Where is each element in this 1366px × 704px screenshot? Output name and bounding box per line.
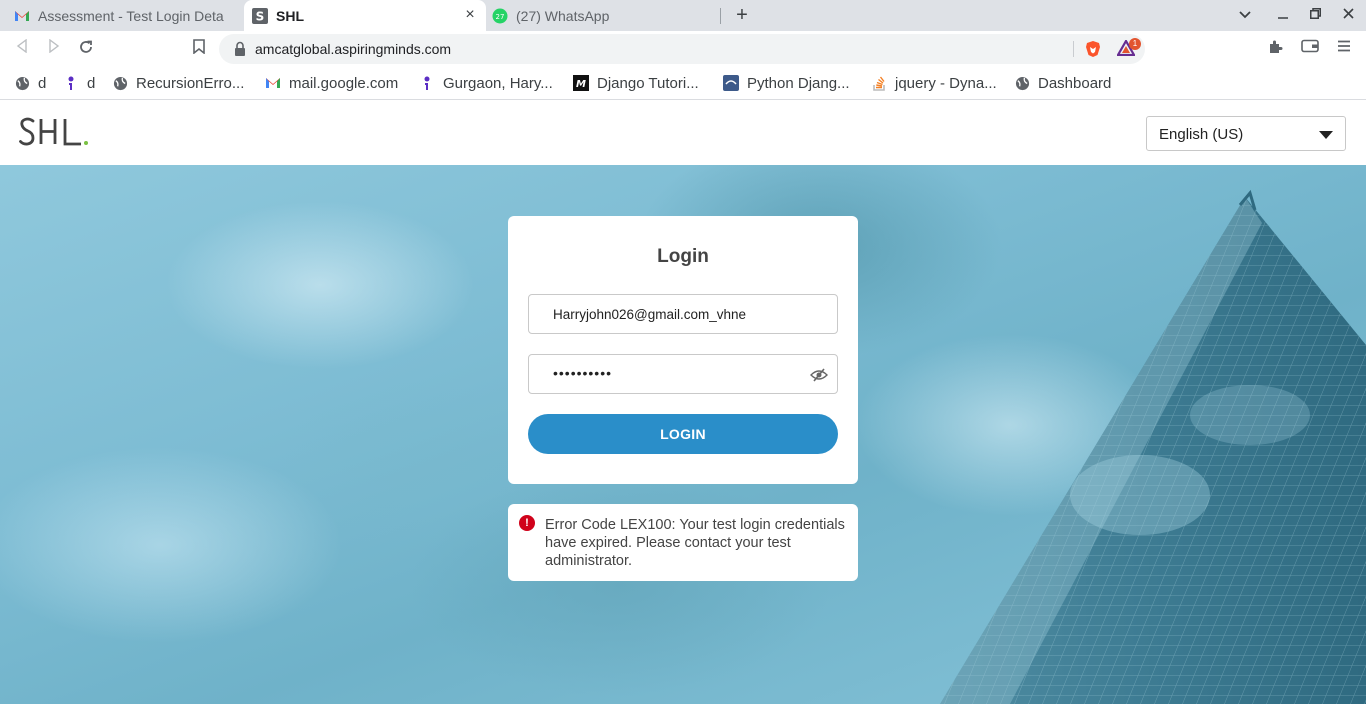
tab-title: SHL (276, 7, 304, 24)
bookmark-item[interactable]: Dashboard (1014, 73, 1111, 93)
email-value: Harryjohn026@gmail.com_vhne (553, 307, 747, 322)
svg-text:27: 27 (496, 13, 505, 21)
lock-icon (235, 41, 245, 56)
browser-toolbar: amcatglobal.aspiringminds.com 1 (0, 31, 1366, 67)
extensions-icon[interactable] (1266, 39, 1286, 59)
address-bar[interactable]: amcatglobal.aspiringminds.com 1 (219, 34, 1145, 64)
gmail-icon (265, 75, 281, 91)
bookmark-label: Gurgaon, Hary... (443, 74, 553, 92)
globe-icon (1014, 75, 1030, 91)
bookmark-item[interactable]: mail.google.com (265, 73, 398, 93)
bookmark-label: d (38, 74, 47, 92)
reload-button[interactable] (76, 39, 96, 59)
menu-icon[interactable] (1334, 39, 1354, 59)
error-message: Error Code LEX100: Your test login crede… (545, 517, 845, 569)
bookmark-item[interactable]: jquery - Dyna... (871, 73, 997, 93)
python-icon (723, 75, 739, 91)
tab-whatsapp[interactable]: 27 (27) WhatsApp (488, 0, 720, 31)
minimize-icon[interactable] (1273, 5, 1293, 25)
bookmark-item[interactable]: M Django Tutori... (573, 73, 699, 93)
tab-title: Assessment - Test Login Deta (38, 7, 224, 24)
tab-assessment[interactable]: Assessment - Test Login Deta (4, 0, 242, 31)
exclamation-icon: ! (519, 515, 535, 531)
rewards-badge: 1 (1129, 38, 1141, 50)
language-select[interactable]: English (US) (1146, 116, 1346, 151)
brave-shields-icon[interactable] (1084, 40, 1102, 58)
eye-slash-icon[interactable] (810, 367, 828, 383)
stackoverflow-icon (871, 75, 887, 91)
info-pin-icon (63, 75, 79, 91)
shl-logo (19, 117, 88, 146)
new-tab-button[interactable]: + (731, 4, 753, 26)
bookmark-item[interactable]: d (14, 73, 46, 93)
chevron-down-icon (1319, 131, 1333, 139)
svg-text:S: S (256, 9, 265, 23)
restore-icon[interactable] (1305, 5, 1325, 25)
globe-icon (14, 75, 30, 91)
wallet-icon[interactable] (1300, 39, 1320, 59)
svg-text:M: M (576, 79, 586, 90)
bookmark-label: Django Tutori... (597, 74, 699, 92)
bookmark-label: Python Djang... (747, 74, 850, 92)
bookmarks-bar: d d RecursionErro... mail.google.com Gur… (0, 67, 1366, 100)
password-field[interactable]: •••••••••• (528, 354, 838, 394)
brave-rewards-icon[interactable]: 1 (1116, 38, 1141, 58)
language-value: English (US) (1159, 126, 1244, 143)
info-pin-icon (419, 75, 435, 91)
bookmark-icon[interactable] (189, 39, 209, 59)
forward-button[interactable] (44, 38, 64, 59)
close-tab-icon[interactable]: × (462, 7, 478, 23)
tab-search-icon[interactable] (1235, 5, 1255, 25)
bookmark-label: mail.google.com (289, 74, 399, 92)
error-alert: ! Error Code LEX100: Your test login cre… (508, 504, 858, 581)
close-window-icon[interactable] (1338, 5, 1358, 25)
gmail-icon (14, 8, 30, 24)
bookmark-item[interactable]: d (63, 73, 95, 93)
back-button[interactable] (12, 38, 32, 59)
tab-separator (720, 8, 721, 24)
omnibox-divider (1073, 41, 1074, 57)
tab-strip: Assessment - Test Login Deta S SHL × 27 … (0, 0, 1366, 31)
login-button[interactable]: LOGIN (528, 414, 838, 454)
page-header: English (US) (0, 101, 1366, 165)
url-text: amcatglobal.aspiringminds.com (255, 41, 452, 57)
bookmark-item[interactable]: Python Djang... (723, 73, 850, 93)
whatsapp-icon: 27 (492, 8, 508, 24)
password-value: •••••••••• (553, 365, 613, 381)
email-field[interactable]: Harryjohn026@gmail.com_vhne (528, 294, 838, 334)
login-title: Login (657, 246, 709, 267)
tab-shl[interactable]: S SHL × (244, 0, 486, 31)
shl-icon: S (252, 7, 268, 24)
tab-title: (27) WhatsApp (516, 7, 610, 24)
bookmark-item[interactable]: Gurgaon, Hary... (419, 73, 553, 93)
bookmark-label: jquery - Dyna... (895, 74, 997, 92)
bookmark-label: d (87, 74, 96, 92)
bookmark-label: RecursionErro... (136, 74, 245, 92)
medium-icon: M (573, 75, 589, 91)
bookmark-label: Dashboard (1038, 74, 1112, 92)
globe-icon (112, 75, 128, 91)
login-card: Login Harryjohn026@gmail.com_vhne ••••••… (508, 216, 858, 484)
bookmark-item[interactable]: RecursionErro... (112, 73, 244, 93)
